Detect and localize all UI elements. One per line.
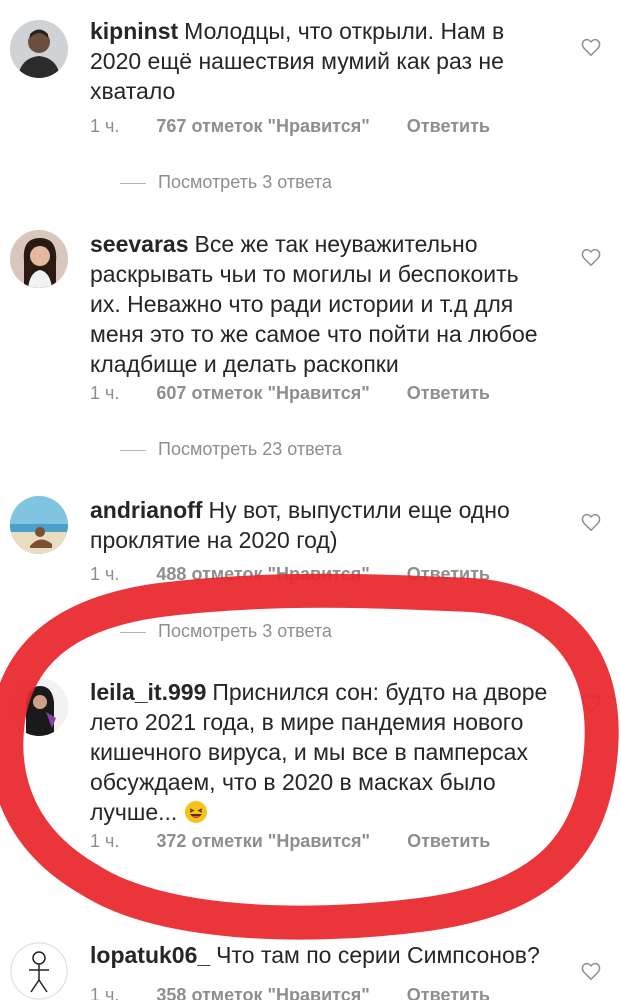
stick-figure-avatar-icon	[10, 942, 68, 1000]
comment-time: 1 ч.	[90, 383, 120, 403]
comment-text-block: kipninst Молодцы, что открыли. Нам в 2020…	[90, 16, 550, 106]
comment-meta: 1 ч. 607 отметок "Нравится" Ответить	[90, 383, 522, 404]
comments-screen: kipninst Молодцы, что открыли. Нам в 2020…	[0, 0, 621, 1000]
divider-line	[120, 182, 146, 184]
comment-text-block: seevaras Все же так неуважительно раскрыв…	[90, 229, 550, 379]
avatar[interactable]	[10, 496, 68, 554]
heart-outline-icon[interactable]	[580, 692, 602, 714]
laughing-face-icon	[184, 801, 207, 823]
view-replies-button[interactable]: Посмотреть 23 ответа	[120, 439, 342, 460]
divider-line	[120, 631, 146, 633]
avatar[interactable]	[10, 230, 68, 288]
user-avatar-icon	[10, 496, 68, 554]
heart-outline-icon[interactable]	[580, 36, 602, 58]
divider-line	[120, 449, 146, 451]
avatar[interactable]	[10, 942, 68, 1000]
comment-username[interactable]: leila_it.999	[90, 679, 206, 705]
avatar[interactable]	[10, 20, 68, 78]
comment-meta: 1 ч. 358 отметок "Нравится" Ответить	[90, 985, 522, 1000]
comment-time: 1 ч.	[90, 116, 120, 136]
comment-likes[interactable]: 358 отметок "Нравится"	[156, 985, 369, 1000]
comment-meta: 1 ч. 372 отметки "Нравится" Ответить	[90, 831, 522, 852]
comment-body: Что там по серии Симпсонов?	[216, 942, 540, 968]
reply-button[interactable]: Ответить	[407, 383, 490, 403]
view-replies-button[interactable]: Посмотреть 3 ответа	[120, 172, 332, 193]
comment-username[interactable]: seevaras	[90, 231, 189, 257]
comment-time: 1 ч.	[90, 564, 120, 584]
comment-likes[interactable]: 767 отметок "Нравится"	[156, 116, 369, 136]
comment-username[interactable]: andrianoff	[90, 497, 202, 523]
comment-username[interactable]: lopatuk06_	[90, 942, 210, 968]
user-avatar-icon	[10, 230, 68, 288]
comment-likes[interactable]: 607 отметок "Нравится"	[156, 383, 369, 403]
comment-meta: 1 ч. 767 отметок "Нравится" Ответить	[90, 116, 522, 137]
reply-button[interactable]: Ответить	[407, 116, 490, 136]
comment-text-block: andrianoff Ну вот, выпустили еще одно про…	[90, 495, 550, 555]
avatar[interactable]	[10, 678, 68, 736]
reply-button[interactable]: Ответить	[407, 564, 490, 584]
heart-outline-icon[interactable]	[580, 960, 602, 982]
comment-likes[interactable]: 488 отметок "Нравится"	[156, 564, 369, 584]
reply-button[interactable]: Ответить	[407, 831, 490, 851]
comment-time: 1 ч.	[90, 831, 120, 851]
comment-time: 1 ч.	[90, 985, 120, 1000]
heart-outline-icon[interactable]	[580, 511, 602, 533]
view-replies-label: Посмотреть 3 ответа	[158, 621, 332, 641]
comment-meta: 1 ч. 488 отметок "Нравится" Ответить	[90, 564, 522, 585]
reply-button[interactable]: Ответить	[407, 985, 490, 1000]
view-replies-label: Посмотреть 23 ответа	[158, 439, 342, 459]
user-avatar-icon	[10, 678, 68, 736]
comment-username[interactable]: kipninst	[90, 18, 178, 44]
comment-likes[interactable]: 372 отметки "Нравится"	[156, 831, 370, 851]
user-avatar-icon	[10, 20, 68, 78]
comment-text-block: leila_it.999 Приснился сон: будто на двор…	[90, 677, 550, 827]
comment-text-block: lopatuk06_ Что там по серии Симпсонов?	[90, 940, 550, 970]
heart-outline-icon[interactable]	[580, 246, 602, 268]
view-replies-label: Посмотреть 3 ответа	[158, 172, 332, 192]
view-replies-button[interactable]: Посмотреть 3 ответа	[120, 621, 332, 642]
